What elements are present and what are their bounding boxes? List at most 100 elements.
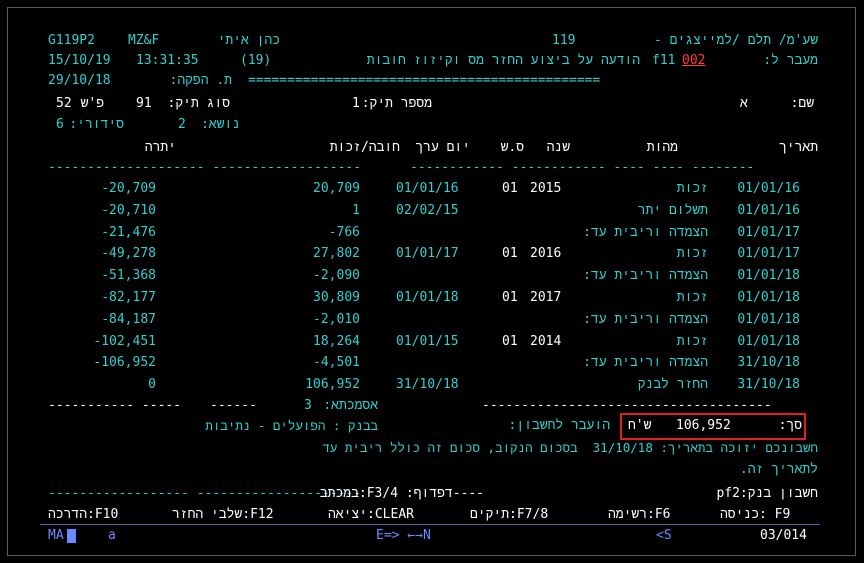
asmachta-value: 3 bbox=[304, 398, 312, 413]
file-type-value: 91 bbox=[136, 96, 152, 111]
row-amount: 30,809 bbox=[313, 290, 360, 305]
fkey-clear-exit[interactable]: יציאה:CLEAR bbox=[328, 507, 414, 523]
row-year: 2014 bbox=[530, 333, 562, 349]
status-s: <S bbox=[656, 528, 672, 543]
status-page-counter: 03/014 bbox=[760, 528, 807, 543]
row-value-date: 31/10/18 bbox=[396, 377, 459, 393]
row-amount: 27,802 bbox=[313, 246, 360, 262]
status-session: MA bbox=[48, 528, 64, 543]
row-date: 01/01/18 bbox=[737, 311, 800, 327]
notice-number: (19) bbox=[240, 53, 272, 68]
file-number-value: 1 bbox=[352, 96, 360, 111]
file-number-label: מספר תיק: bbox=[361, 96, 432, 111]
fkey-f78-files[interactable]: תיקים:F7/8 bbox=[470, 507, 548, 523]
col-header-description: מהות bbox=[646, 140, 678, 155]
status-mode: a bbox=[108, 528, 116, 543]
row-date: 01/01/16 bbox=[737, 181, 800, 196]
header-underline-left: -------------------- ------------------- bbox=[48, 160, 362, 175]
row-date: 01/01/17 bbox=[737, 246, 800, 262]
row-amount: 106,952 bbox=[305, 377, 360, 393]
row-ss: 01 bbox=[502, 333, 518, 349]
transfer-account-label: הועבר לחשבון: bbox=[508, 418, 610, 433]
fkey-f10-guide[interactable]: הדרכה:F10 bbox=[48, 507, 118, 523]
row-amount: -4,501 bbox=[313, 355, 360, 371]
row-value-date: 01/01/15 bbox=[396, 333, 459, 349]
subject-label: נושא: bbox=[200, 117, 240, 132]
row-description: זכות bbox=[676, 290, 708, 305]
row-ss: 01 bbox=[502, 246, 518, 262]
row-balance: 0 bbox=[148, 377, 156, 393]
company-code: MZ&F bbox=[128, 33, 160, 48]
row-balance: -102,451 bbox=[93, 333, 156, 349]
totals-dashes-mid: ------ bbox=[210, 398, 257, 413]
row-amount: -2,010 bbox=[313, 311, 360, 327]
row-value-date: 01/01/18 bbox=[396, 290, 459, 305]
row-description: הצמדה וריבית עד: bbox=[583, 224, 708, 240]
totals-dashes-left: ----------- ----- bbox=[48, 398, 182, 413]
col-header-amount: חובה/זכות bbox=[329, 140, 400, 155]
row-value-date: 01/01/17 bbox=[396, 246, 459, 262]
ps-label: פ'ש bbox=[80, 96, 104, 111]
row-year: 2016 bbox=[530, 246, 562, 262]
serial-label: סידורי: bbox=[69, 117, 124, 132]
row-amount: 1 bbox=[352, 202, 360, 218]
credit-note-line1: חשבונכם יזוכה בתאריך: 31/10/18 בסכום הנק… bbox=[322, 440, 818, 455]
row-value-date: 01/01/16 bbox=[396, 181, 459, 196]
transfer-label: מעבר ל: bbox=[763, 53, 818, 68]
col-header-year: שנה bbox=[546, 140, 570, 155]
current-time: 13:31:35 bbox=[136, 53, 199, 68]
row-date: 01/01/17 bbox=[737, 224, 800, 240]
row-balance: -84,187 bbox=[101, 311, 156, 327]
subject-value: 2 bbox=[178, 117, 186, 132]
col-header-value-date: יום ערך bbox=[415, 140, 470, 155]
terminal-screen: G119P2 MZ&F כהן איתי 119 שע'מ/ תלם /למיי… bbox=[0, 0, 864, 563]
row-description: הצמדה וריבית עד: bbox=[583, 311, 708, 327]
row-ss: 01 bbox=[502, 290, 518, 305]
sum-value: 106,952 bbox=[676, 418, 731, 433]
fkey-f9-enter[interactable]: כניסה: F9 bbox=[720, 507, 790, 523]
transfer-field[interactable]: 002 bbox=[682, 53, 705, 69]
file-type-label: סוג תיק: bbox=[167, 96, 230, 111]
row-description: תשלום יתר bbox=[637, 202, 708, 218]
row-balance: -51,368 bbox=[101, 268, 156, 284]
row-description: הצמדה וריבית עד: bbox=[583, 268, 708, 284]
screen-number: 119 bbox=[552, 33, 576, 48]
row-description: הצמדה וריבית עד: bbox=[583, 355, 708, 371]
status-divider bbox=[40, 524, 820, 525]
row-description: זכות bbox=[676, 181, 708, 196]
totals-dashes-right: ------------------------------------- bbox=[482, 398, 772, 413]
ps-value: 52 bbox=[56, 96, 72, 111]
row-date: 31/10/18 bbox=[737, 377, 800, 393]
row-amount: 20,709 bbox=[313, 181, 360, 196]
row-date: 01/01/18 bbox=[737, 268, 800, 284]
col-header-ss: ס.ש bbox=[500, 140, 524, 155]
row-value-date: 02/02/15 bbox=[396, 202, 459, 218]
screen-title: שע'מ/ תלם /למייצגים - bbox=[653, 33, 818, 48]
header-separator: ========================================… bbox=[248, 73, 601, 88]
status-arrows: E=> ←→N bbox=[376, 528, 431, 543]
col-header-date: תאריך bbox=[778, 140, 818, 155]
row-date: 01/01/18 bbox=[737, 290, 800, 305]
header-underline-right: ------------ ------------ ---- ---- ----… bbox=[410, 160, 755, 175]
row-year: 2015 bbox=[530, 181, 562, 196]
name-label: שם: bbox=[790, 96, 814, 111]
row-amount: 18,264 bbox=[313, 333, 360, 349]
user-name: כהן איתי bbox=[217, 33, 280, 48]
fkey-f6-list[interactable]: רשימה:F6 bbox=[608, 507, 671, 523]
row-date: 31/10/18 bbox=[737, 355, 800, 371]
credit-note-line2: לתאריך זה. bbox=[739, 462, 818, 477]
serial-value: 6 bbox=[56, 117, 64, 132]
row-date: 01/01/18 bbox=[737, 333, 800, 349]
produce-label: ת. הפקה: bbox=[169, 73, 233, 88]
fkey-f12-refund-stages[interactable]: שלבי החזר:F12 bbox=[172, 507, 274, 523]
text-cursor bbox=[67, 529, 76, 543]
sum-label: סך: bbox=[778, 418, 802, 433]
row-amount: -2,090 bbox=[313, 268, 360, 284]
row-year: 2017 bbox=[530, 290, 562, 305]
notice-title: הודעה על ביצוע החזר מס וקיזוז חובות bbox=[366, 53, 640, 68]
bank-account-pf2[interactable]: חשבון בנק:pf2 bbox=[716, 486, 818, 502]
row-balance: -82,177 bbox=[101, 290, 156, 305]
name-value: א bbox=[740, 96, 748, 111]
row-balance: -21,476 bbox=[101, 224, 156, 240]
row-balance: -20,709 bbox=[101, 181, 156, 196]
